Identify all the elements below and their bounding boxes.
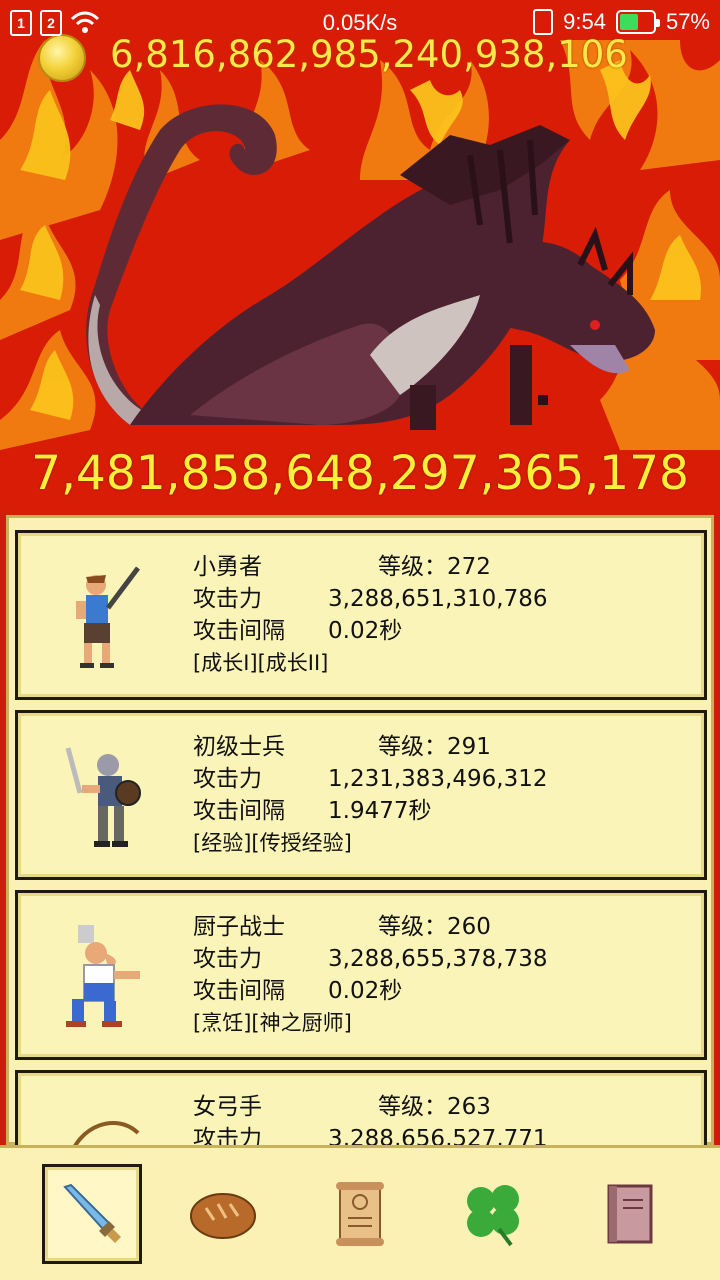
hero-level-label: 等级： (378, 1094, 447, 1120)
nav-scroll-button[interactable] (310, 1164, 410, 1264)
sword-icon (63, 1183, 121, 1243)
battle-scene: 6,816,862,985,240,938,106 7,481,858,648,… (0, 0, 720, 515)
interval-label: 攻击间隔 (193, 798, 285, 824)
hero-name: 小勇者 (193, 554, 262, 580)
hero-name: 女弓手 (193, 1094, 262, 1120)
clock: 9:54 (563, 9, 606, 34)
dragon-boss[interactable] (70, 95, 660, 435)
clover-icon (467, 1185, 519, 1247)
attack-label: 攻击力 (193, 586, 262, 612)
vibrate-icon (533, 9, 554, 35)
status-bar: 1 2 0.05K/s 9:54 57% (0, 0, 720, 48)
hero-level: 260 (447, 914, 491, 940)
interval-value: 1.9477秒 (328, 798, 432, 824)
nav-heroes-button[interactable] (42, 1164, 142, 1264)
hero-skills: [经验][传授经验] (193, 831, 352, 855)
attack-value: 3,288,655,378,738 (328, 946, 548, 972)
little-hero-avatar (76, 566, 140, 668)
hero-level: 272 (447, 554, 491, 580)
nav-book-button[interactable] (580, 1164, 680, 1264)
archer-avatar (73, 1121, 140, 1145)
hero-level-label: 等级： (378, 554, 447, 580)
book-icon (607, 1184, 653, 1244)
attack-value: 1,231,383,496,312 (328, 766, 548, 792)
boss-hp: 7,481,858,648,297,365,178 (31, 446, 689, 501)
interval-label: 攻击间隔 (193, 618, 285, 644)
bread-icon (190, 1193, 256, 1239)
hero-level-label: 等级： (378, 734, 447, 760)
attack-label: 攻击力 (193, 766, 262, 792)
battery-icon (615, 10, 660, 34)
hero-name: 厨子战士 (193, 914, 285, 940)
interval-label: 攻击间隔 (193, 978, 285, 1004)
hero-level: 263 (447, 1094, 491, 1120)
hero-card-archer[interactable]: 女弓手 等级： 263 攻击力 3,288,656,527,771 (15, 1070, 707, 1145)
nav-luck-button[interactable] (444, 1164, 544, 1264)
scroll-icon (336, 1182, 384, 1246)
hero-name: 初级士兵 (193, 734, 285, 760)
hero-skills: [成长I][成长II] (193, 651, 329, 675)
hero-card-little-hero[interactable]: 小勇者 等级： 272 攻击力 3,288,651,310,786 攻击间隔 0.02秒… (15, 530, 707, 700)
hero-card-soldier[interactable]: 初级士兵 等级： 291 攻击力 1,231,383,496,312 攻击间隔 1.94… (15, 710, 707, 880)
hero-skills: [烹饪][神之厨师] (193, 1011, 352, 1035)
hero-level-label: 等级： (378, 914, 447, 940)
bottom-nav (0, 1145, 720, 1280)
battery-percent: 57% (665, 9, 710, 34)
soldier-avatar (65, 747, 141, 847)
attack-value: 3,288,651,310,786 (328, 586, 548, 612)
attack-label: 攻击力 (193, 946, 262, 972)
attack-label: 攻击力 (193, 1126, 262, 1145)
hero-level: 291 (447, 734, 491, 760)
nav-food-button[interactable] (173, 1164, 273, 1264)
interval-value: 0.02秒 (328, 978, 403, 1004)
attack-value: 3,288,656,527,771 (328, 1126, 548, 1145)
hero-list[interactable]: 小勇者 等级： 272 攻击力 3,288,651,310,786 攻击间隔 0.02秒… (0, 515, 720, 1145)
hero-card-cook[interactable]: 厨子战士 等级： 260 攻击力 3,288,655,378,738 攻击间隔 0.02… (15, 890, 707, 1060)
interval-value: 0.02秒 (328, 618, 403, 644)
cook-avatar (66, 925, 140, 1027)
